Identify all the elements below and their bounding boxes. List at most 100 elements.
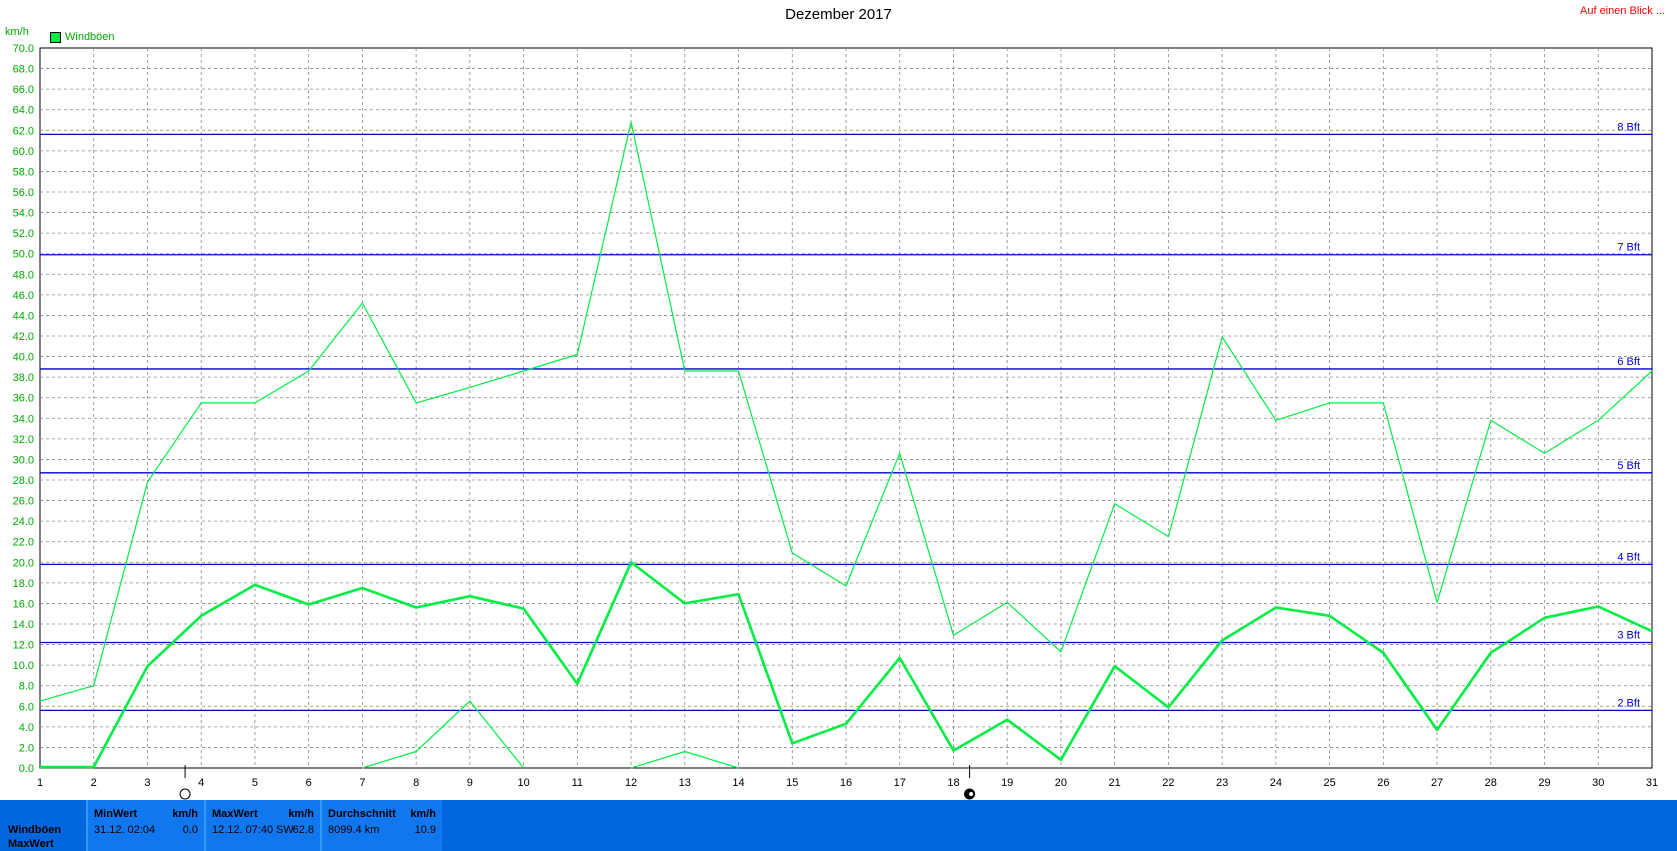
chart: 0.0 2.0 4.0 6.0 8.0 10.0 12.0 14.0 16.0 18.0 20.0 2…	[13, 43, 1658, 800]
x-tick-label: 22	[1162, 777, 1174, 789]
x-tick-label: 9	[467, 777, 473, 789]
x-tick-label: 4	[198, 777, 204, 789]
x-tick-label: 17	[894, 777, 906, 789]
x-tick-label: 25	[1323, 777, 1335, 789]
x-tick-label: 23	[1216, 777, 1228, 789]
stats-avg-header: Durchschnitt	[328, 808, 396, 820]
x-tick-label: 20	[1055, 777, 1067, 789]
y-tick-label: 32.0	[13, 434, 34, 446]
x-tick-label: 24	[1270, 777, 1282, 789]
beaufort-label: 7 Bft	[1617, 242, 1640, 254]
stats-max-box: MaxWert km/h 12.12. 07:40 SW 62.8	[204, 800, 320, 851]
x-tick-label: 3	[144, 777, 150, 789]
x-tick-label: 28	[1485, 777, 1497, 789]
x-tick-label: 31	[1646, 777, 1658, 789]
stats-avg-box: Durchschnitt km/h 8099.4 km 10.9	[320, 800, 442, 851]
x-tick-label: 16	[840, 777, 852, 789]
stats-max-header: MaxWert	[212, 808, 258, 820]
y-tick-label: 70.0	[13, 43, 34, 55]
x-tick-label: 29	[1538, 777, 1550, 789]
x-tick-label: 21	[1109, 777, 1121, 789]
beaufort-label: 8 Bft	[1617, 121, 1640, 133]
y-tick-label: 12.0	[13, 640, 34, 652]
stats-row-label-1: Windböen	[8, 824, 62, 836]
y-tick-label: 56.0	[13, 187, 34, 199]
stats-max-unit: km/h	[288, 808, 314, 820]
stats-min-unit: km/h	[172, 808, 198, 820]
y-tick-label: 30.0	[13, 454, 34, 466]
y-tick-label: 14.0	[13, 619, 34, 631]
y-tick-label: 24.0	[13, 516, 34, 528]
y-tick-label: 48.0	[13, 269, 34, 281]
y-tick-label: 62.0	[13, 125, 34, 137]
y-tick-label: 60.0	[13, 146, 34, 158]
y-tick-label: 10.0	[13, 660, 34, 672]
stats-avg-unit: km/h	[410, 808, 436, 820]
chart-title: Dezember 2017	[785, 6, 892, 23]
y-tick-label: 20.0	[13, 557, 34, 569]
stats-min-box: MinWert km/h 31.12. 02:04 0.0	[86, 800, 204, 851]
x-tick-label: 19	[1001, 777, 1013, 789]
beaufort-label: 4 Bft	[1617, 551, 1640, 563]
y-tick-label: 4.0	[19, 722, 34, 734]
y-tick-label: 64.0	[13, 105, 34, 117]
x-tick-label: 10	[517, 777, 529, 789]
x-tick-label: 6	[306, 777, 312, 789]
beaufort-label: 5 Bft	[1617, 460, 1640, 472]
new-moon-highlight	[969, 792, 974, 796]
x-tick-label: 11	[572, 777, 583, 789]
y-tick-label: 2.0	[19, 742, 34, 754]
legend-swatch	[50, 31, 61, 43]
x-tick-label: 18	[947, 777, 959, 789]
beaufort-label: 3 Bft	[1617, 630, 1640, 642]
x-tick-label: 26	[1377, 777, 1389, 789]
y-tick-label: 66.0	[13, 84, 34, 96]
stats-row-label-2: MaxWert	[8, 838, 54, 850]
y-axis-unit: km/h	[5, 26, 29, 38]
legend: Windböen	[50, 31, 115, 43]
y-tick-label: 16.0	[13, 598, 34, 610]
y-tick-label: 34.0	[13, 413, 34, 425]
stats-min-header: MinWert	[94, 808, 138, 820]
y-tick-label: 28.0	[13, 475, 34, 487]
y-tick-label: 54.0	[13, 208, 34, 220]
stats-max-direction: SW	[276, 824, 294, 836]
stats-max-datetime: 12.12. 07:40	[212, 824, 274, 836]
x-tick-label: 12	[625, 777, 637, 789]
beaufort-label: 2 Bft	[1617, 697, 1640, 709]
y-tick-label: 36.0	[13, 393, 34, 405]
x-tick-label: 8	[413, 777, 419, 789]
y-tick-label: 50.0	[13, 249, 34, 261]
y-tick-label: 52.0	[13, 228, 34, 240]
x-tick-label: 30	[1592, 777, 1604, 789]
stats-min-value: 0.0	[182, 824, 198, 836]
x-tick-label: 27	[1431, 777, 1443, 789]
full-moon-icon	[179, 788, 191, 800]
x-tick-label: 2	[91, 777, 97, 789]
x-tick-label: 7	[359, 777, 365, 789]
y-tick-label: 22.0	[13, 537, 34, 549]
stats-max-value: 62.8	[292, 824, 314, 836]
y-tick-label: 8.0	[19, 681, 34, 693]
stats-min-datetime: 31.12. 02:04	[94, 824, 156, 836]
y-tick-label: 0.0	[19, 763, 34, 775]
stats-panel: Windböen MaxWert MinWert km/h 31.12. 02:…	[0, 800, 1677, 851]
stats-avg-value: 10.9	[414, 824, 436, 836]
x-tick-label: 15	[786, 777, 798, 789]
overview-link[interactable]: Auf einen Blick ...	[1580, 5, 1665, 17]
x-tick-label: 14	[732, 777, 744, 789]
x-tick-label: 1	[37, 777, 43, 789]
y-tick-label: 46.0	[13, 290, 34, 302]
beaufort-label: 6 Bft	[1617, 356, 1640, 368]
y-tick-label: 26.0	[13, 496, 34, 508]
y-tick-label: 44.0	[13, 310, 34, 322]
y-tick-label: 40.0	[13, 352, 34, 364]
y-tick-label: 58.0	[13, 166, 34, 178]
legend-label: Windböen	[65, 31, 115, 43]
x-tick-label: 13	[679, 777, 691, 789]
y-tick-label: 18.0	[13, 578, 34, 590]
y-tick-label: 6.0	[19, 701, 34, 713]
y-tick-label: 42.0	[13, 331, 34, 343]
y-tick-label: 68.0	[13, 64, 34, 76]
y-tick-label: 38.0	[13, 372, 34, 384]
